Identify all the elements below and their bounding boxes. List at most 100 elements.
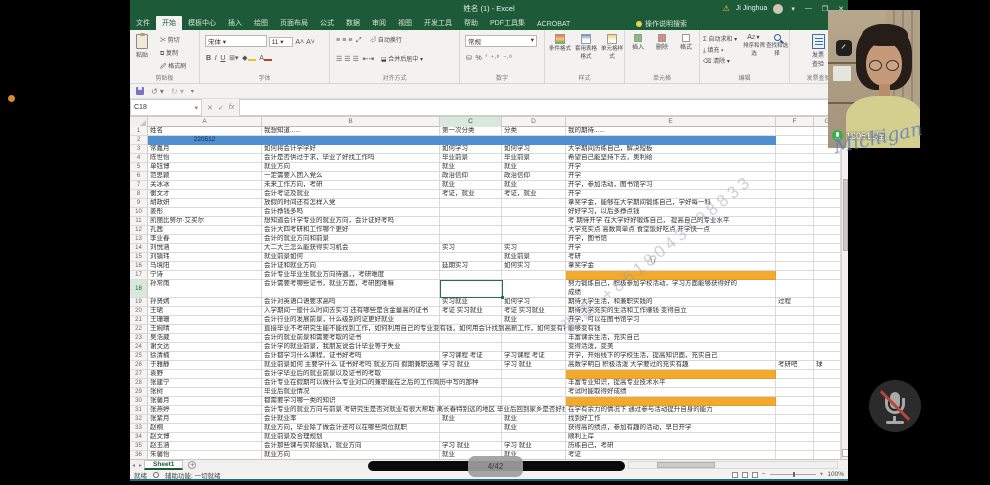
- cell[interactable]: [814, 253, 841, 262]
- cell[interactable]: [502, 199, 566, 208]
- undo-icon[interactable]: ↺ ▾: [151, 87, 164, 96]
- cell[interactable]: [566, 136, 776, 145]
- insert-cells-button[interactable]: 插入: [627, 34, 649, 51]
- cell[interactable]: [566, 370, 776, 379]
- delete-cells-button[interactable]: 删除: [651, 34, 673, 51]
- cell[interactable]: 就业: [502, 316, 566, 325]
- ribbon-options-button[interactable]: ▾: [789, 5, 797, 13]
- cell[interactable]: [776, 379, 814, 388]
- grow-font-button[interactable]: A˄: [295, 39, 304, 46]
- cell[interactable]: 徐清楠: [148, 352, 262, 361]
- tab-开发工具[interactable]: 开发工具: [418, 16, 458, 30]
- merge-center-button[interactable]: ⬓ 合并后居中 ▾: [381, 57, 423, 63]
- cell[interactable]: 政治信仰: [440, 172, 502, 181]
- cell[interactable]: 会计就业率: [262, 415, 440, 424]
- cell[interactable]: 都需要学习哪一类的知识: [262, 397, 440, 406]
- cell[interactable]: 我的期待......: [566, 127, 776, 136]
- format-cells-button[interactable]: 格式: [675, 34, 697, 51]
- orientation-icon[interactable]: ⤢: [356, 37, 362, 45]
- zoom-level[interactable]: 100%: [827, 471, 844, 478]
- cell[interactable]: 就业方向: [262, 451, 440, 459]
- cell[interactable]: 会计行业的发展前景，什么级别的证更好就业: [262, 316, 440, 325]
- tab-插入[interactable]: 插入: [222, 16, 248, 30]
- cell[interactable]: [776, 244, 814, 253]
- cell[interactable]: [502, 433, 566, 442]
- cell[interactable]: [814, 244, 841, 253]
- select-all-button[interactable]: [130, 117, 148, 127]
- row-number-34[interactable]: 34: [130, 433, 148, 442]
- cell[interactable]: 姜彤: [148, 208, 262, 217]
- cell[interactable]: 张燕婷: [148, 406, 262, 415]
- cell[interactable]: 我想知道......: [262, 127, 440, 136]
- cell[interactable]: [502, 136, 566, 145]
- cell[interactable]: 就业: [440, 181, 502, 190]
- cell[interactable]: 会计专业毕业生就业方向待遇，，考研难度: [262, 271, 440, 280]
- cell[interactable]: [502, 280, 566, 298]
- minimize-button[interactable]: —: [803, 5, 814, 12]
- align-top-icon[interactable]: ≡: [336, 37, 340, 44]
- cell[interactable]: [814, 397, 841, 406]
- row-number-18[interactable]: 18: [130, 280, 148, 298]
- cell[interactable]: 考证，就业: [440, 190, 502, 199]
- cell[interactable]: 刘镇玮: [148, 253, 262, 262]
- warning-icon[interactable]: ⚠: [723, 4, 730, 13]
- cell[interactable]: 王婉晴: [148, 325, 262, 334]
- cell[interactable]: [814, 406, 841, 415]
- cell[interactable]: [814, 226, 841, 235]
- name-box[interactable]: C18▾: [130, 99, 202, 116]
- tab-公式[interactable]: 公式: [314, 16, 340, 30]
- find-select-button[interactable]: 查找和选择: [766, 34, 788, 57]
- cell[interactable]: [776, 199, 814, 208]
- cell[interactable]: 孙贤嫣: [148, 298, 262, 307]
- tab-页面布局[interactable]: 页面布局: [274, 16, 314, 30]
- cell[interactable]: 实习: [502, 244, 566, 253]
- cell[interactable]: [776, 172, 814, 181]
- cell[interactable]: 朱馨怡: [148, 451, 262, 459]
- cell[interactable]: 毕业前景: [440, 154, 502, 163]
- cell[interactable]: [440, 343, 502, 352]
- tab-帮助[interactable]: 帮助: [458, 16, 484, 30]
- cell[interactable]: 张建宁: [148, 379, 262, 388]
- cell[interactable]: 赵文博: [148, 433, 262, 442]
- cell[interactable]: 实习就业: [440, 298, 502, 307]
- cell[interactable]: [440, 136, 502, 145]
- row-number-32[interactable]: 32: [130, 415, 148, 424]
- cell[interactable]: [776, 190, 814, 199]
- cell[interactable]: [814, 271, 841, 280]
- cell[interactable]: 直接毕业不考研究生能不能找到工作，如何利用自己的专业变有钱，如何用会计找到高薪工…: [262, 325, 440, 334]
- cell[interactable]: 会计是否供过于求，毕业了好找工作吗: [262, 154, 440, 163]
- comma-icon[interactable]: ꞌ: [485, 55, 486, 62]
- cell[interactable]: 会计专业的就业方向与前景 考研究生是否对就业有很大帮助 离长春特别远的地区 毕业…: [262, 406, 440, 415]
- cell[interactable]: 学习 就业: [440, 361, 502, 370]
- cell[interactable]: 会计考证及就业: [262, 190, 440, 199]
- cell[interactable]: 会计对英语口语要求高吗: [262, 298, 440, 307]
- cell[interactable]: 就业: [502, 424, 566, 433]
- cell[interactable]: [776, 334, 814, 343]
- cell[interactable]: 考证 实习就业: [502, 307, 566, 316]
- row-number-20[interactable]: 20: [130, 307, 148, 316]
- cell[interactable]: [814, 262, 841, 271]
- cell[interactable]: 刘悦涵: [148, 244, 262, 253]
- cell[interactable]: [814, 325, 841, 334]
- row-number-5[interactable]: 5: [130, 163, 148, 172]
- cell[interactable]: 考证 实习就业: [440, 307, 502, 316]
- font-size-select[interactable]: 11 ▾: [269, 37, 293, 47]
- wrap-text-button[interactable]: ⏎ 自动换行: [370, 38, 402, 44]
- align-middle-icon[interactable]: ≡: [342, 37, 346, 44]
- cell[interactable]: 于雅静: [148, 361, 262, 370]
- cell[interactable]: [814, 343, 841, 352]
- row-number-25[interactable]: 25: [130, 352, 148, 361]
- zoom-slider[interactable]: [770, 474, 816, 475]
- sort-filter-button[interactable]: AZ▼排序和筛选: [742, 34, 766, 57]
- row-number-14[interactable]: 14: [130, 244, 148, 253]
- cell[interactable]: [776, 208, 814, 217]
- cell[interactable]: [776, 352, 814, 361]
- cell[interactable]: 胡政妍: [148, 199, 262, 208]
- cell[interactable]: 会计的就业方向和前景: [262, 235, 440, 244]
- number-format-select[interactable]: 常规 ▾: [465, 35, 537, 47]
- cell[interactable]: [814, 370, 841, 379]
- cell[interactable]: 衡文才: [148, 190, 262, 199]
- cell[interactable]: 大学期间历练自己，解决短板: [566, 145, 776, 154]
- cell[interactable]: [440, 208, 502, 217]
- cell[interactable]: [814, 199, 841, 208]
